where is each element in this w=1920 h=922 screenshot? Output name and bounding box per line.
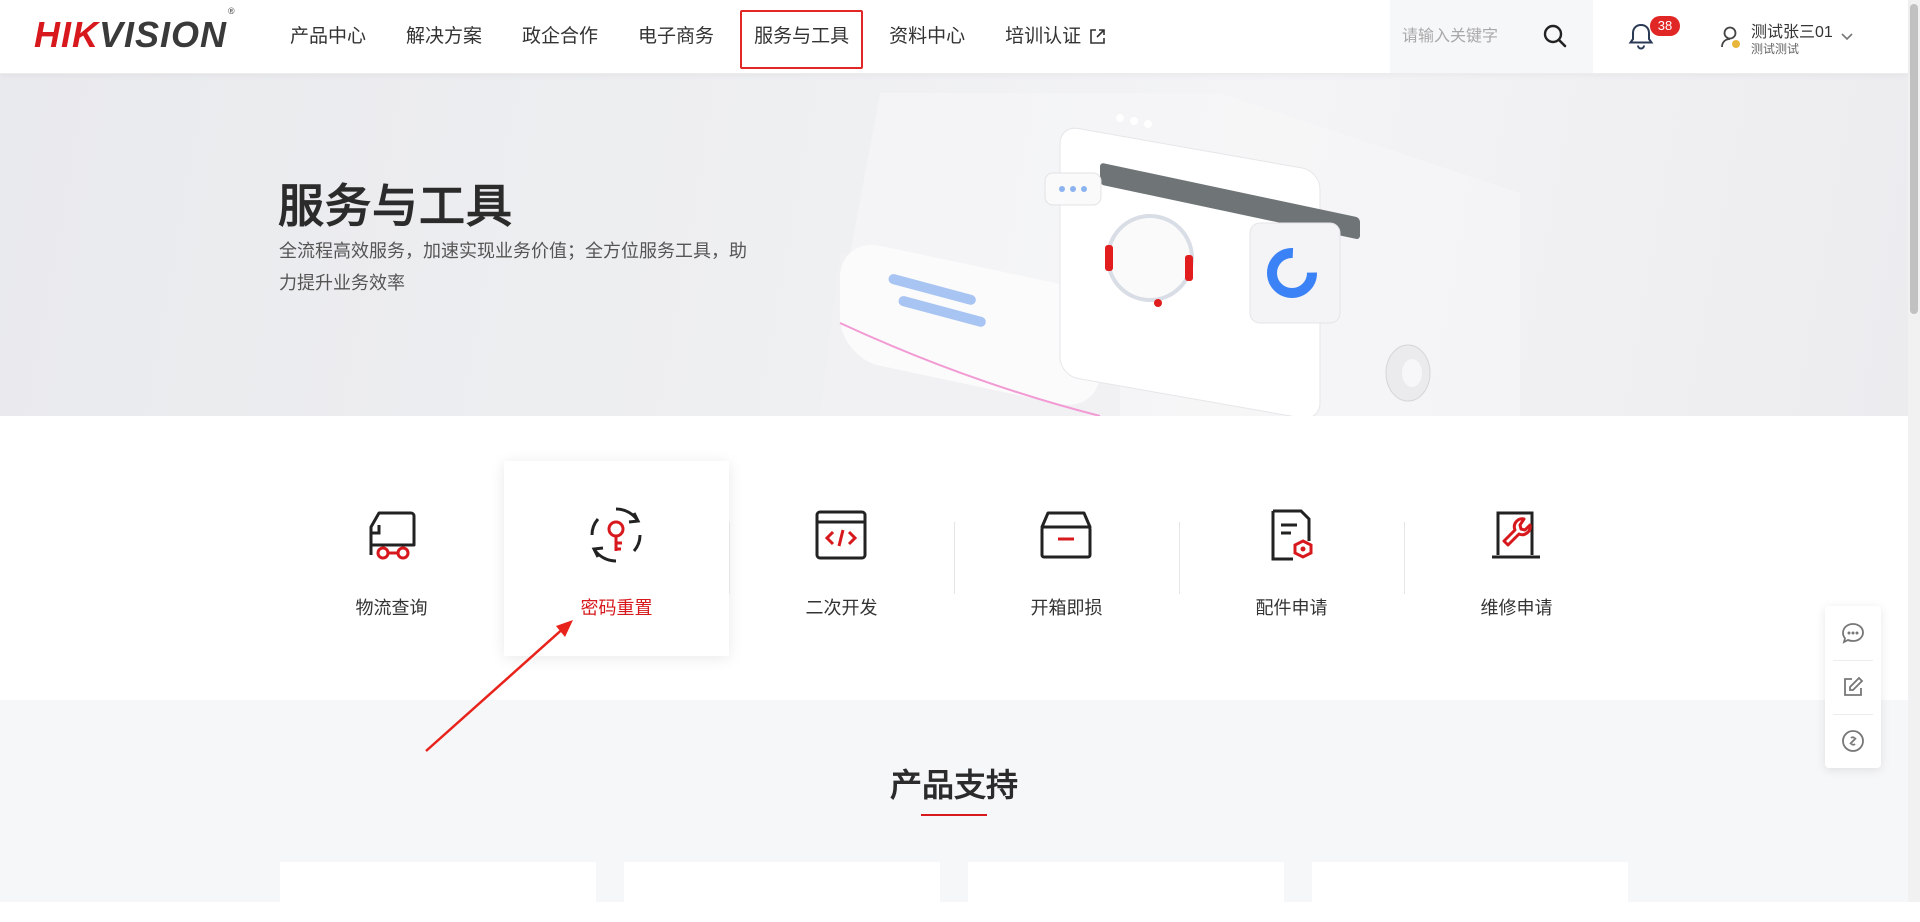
- title-underline: [921, 814, 987, 816]
- highlight-box: [740, 10, 864, 69]
- floating-toolbar: [1825, 606, 1881, 768]
- box-icon: [1040, 511, 1092, 559]
- support-card[interactable]: [968, 862, 1284, 922]
- nav-item-government[interactable]: 政企合作: [502, 0, 618, 73]
- key-reset-icon: [590, 507, 642, 563]
- nav-item-services-tools[interactable]: 服务与工具: [734, 0, 869, 73]
- nav-item-training[interactable]: 培训认证: [985, 0, 1126, 73]
- nav-label: 电子商务: [638, 26, 715, 47]
- service-label: 维修申请: [1480, 598, 1553, 618]
- support-card[interactable]: [624, 862, 940, 922]
- user-icon[interactable]: [1720, 25, 1742, 54]
- nav-label: 产品中心: [290, 26, 367, 47]
- service-label: 开箱即损: [1030, 598, 1103, 618]
- service-doa[interactable]: 开箱即损: [954, 461, 1179, 656]
- wrench-icon: [1492, 511, 1540, 559]
- support-card[interactable]: [280, 862, 596, 922]
- notification-badge: 38: [1650, 16, 1680, 36]
- hikvision-logo[interactable]: HIKVISION®: [34, 6, 235, 56]
- document-part-icon: [1271, 509, 1313, 561]
- chevron-down-icon[interactable]: [1840, 29, 1854, 47]
- logo-primary-text: HIK: [34, 14, 99, 55]
- external-link-icon: [1089, 28, 1106, 45]
- nav-item-resources[interactable]: 资料中心: [869, 0, 985, 73]
- user-org: 测试测试: [1751, 42, 1800, 56]
- banner-illustration: [820, 93, 1520, 416]
- banner-title: 服务与工具: [278, 180, 513, 232]
- search-box: [1390, 0, 1593, 73]
- user-name[interactable]: 测试张三01: [1751, 18, 1833, 42]
- banner-description: 全流程高效服务，加速实现业务价值；全方位服务工具，助力提升业务效率: [279, 241, 747, 293]
- service-label: 物流查询: [355, 598, 428, 618]
- nav-item-solutions[interactable]: 解决方案: [386, 0, 502, 73]
- support-card[interactable]: [1312, 862, 1628, 922]
- product-support-section: 产品支持: [0, 700, 1908, 922]
- service-label: 二次开发: [805, 598, 878, 618]
- nav-label: 政企合作: [522, 26, 599, 47]
- service-parts-application[interactable]: 配件申请: [1179, 461, 1404, 656]
- link-icon[interactable]: [1825, 714, 1881, 768]
- nav-label: 解决方案: [406, 26, 483, 47]
- search-input[interactable]: [1400, 24, 1544, 50]
- main-nav: 产品中心 解决方案 政企合作 电子商务 服务与工具 资料中心 培训认证: [270, 0, 1126, 73]
- chat-service-icon[interactable]: [1825, 606, 1881, 660]
- service-label: 密码重置: [580, 598, 653, 618]
- scrollbar-thumb[interactable]: [1910, 4, 1918, 314]
- nav-label: 培训认证: [1005, 26, 1082, 47]
- section-title: 产品支持: [889, 767, 1018, 803]
- services-section: 物流查询 密码重置 二次开发 开箱即损 配件申请 维修申请: [0, 416, 1908, 700]
- nav-label: 资料中心: [889, 26, 966, 47]
- hero-banner: 服务与工具 全流程高效服务，加速实现业务价值；全方位服务工具，助力提升业务效率: [0, 73, 1908, 416]
- logo-secondary-text: VISION: [99, 14, 228, 55]
- code-window-icon: [815, 510, 867, 560]
- service-password-reset[interactable]: 密码重置: [504, 461, 729, 656]
- top-header: HIKVISION® 产品中心 解决方案 政企合作 电子商务 服务与工具 资料中…: [0, 0, 1908, 74]
- truck-icon: [369, 511, 416, 560]
- service-secondary-development[interactable]: 二次开发: [729, 461, 954, 656]
- page-scrollbar[interactable]: [1908, 0, 1920, 902]
- search-icon[interactable]: [1542, 23, 1568, 54]
- edit-feedback-icon[interactable]: [1825, 660, 1881, 714]
- service-label: 配件申请: [1255, 598, 1328, 618]
- nav-item-ecommerce[interactable]: 电子商务: [618, 0, 734, 73]
- service-repair-application[interactable]: 维修申请: [1404, 461, 1629, 656]
- service-logistics[interactable]: 物流查询: [279, 461, 504, 656]
- nav-item-products[interactable]: 产品中心: [270, 0, 386, 73]
- logo-registered-mark: ®: [228, 6, 236, 16]
